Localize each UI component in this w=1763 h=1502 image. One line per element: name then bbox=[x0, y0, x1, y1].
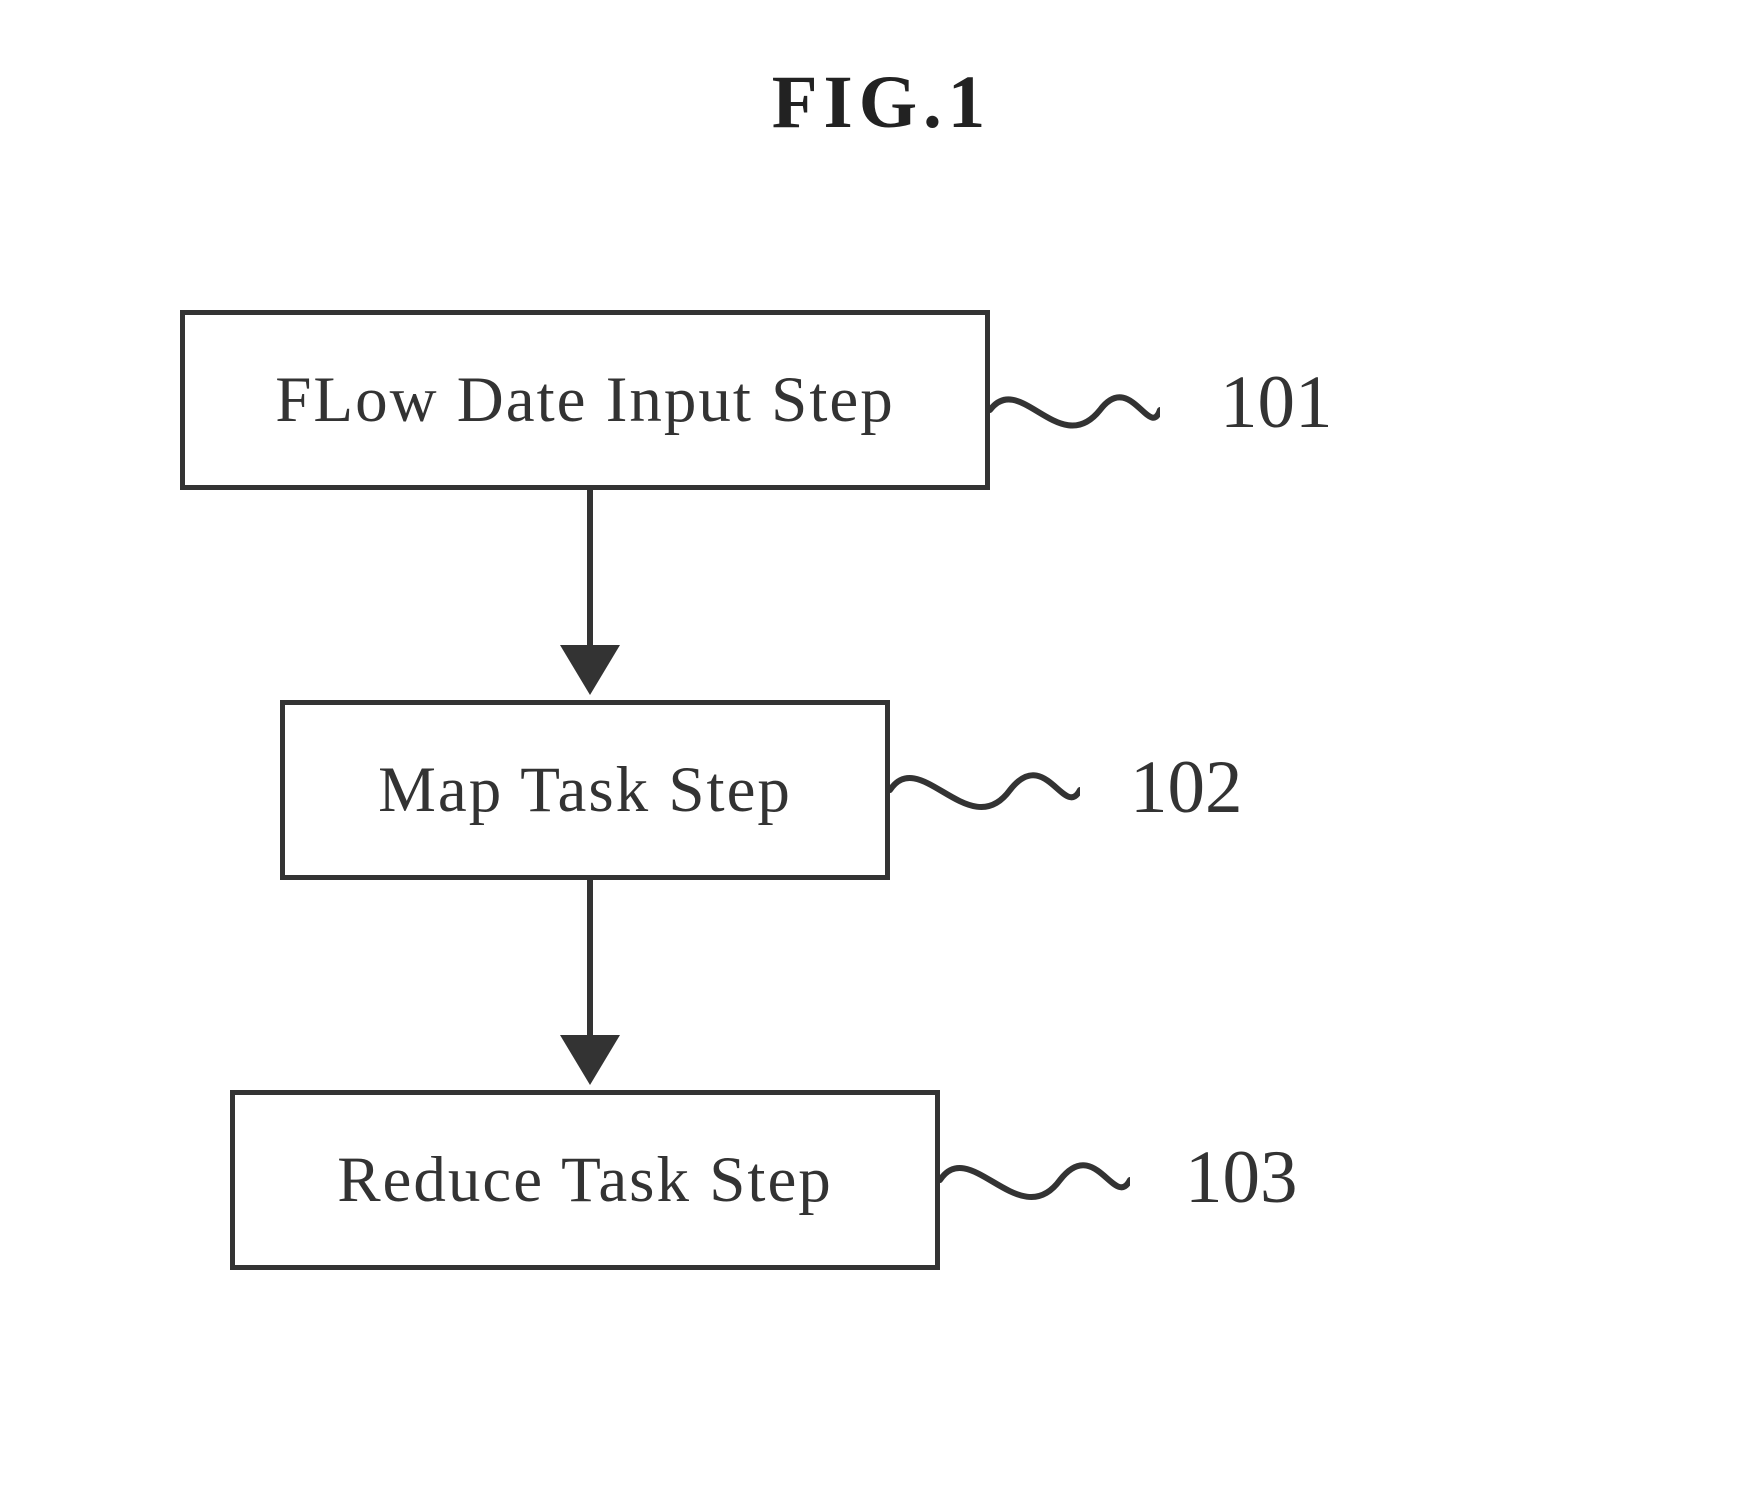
flow-step-box-2: Map Task Step bbox=[280, 700, 890, 880]
flow-step-label-1: FLow Date Input Step bbox=[275, 363, 895, 438]
flow-step-label-3: Reduce Task Step bbox=[337, 1143, 833, 1218]
callout-label-1: 101 bbox=[1220, 360, 1333, 446]
callout-connector-1 bbox=[990, 380, 1160, 460]
callout-connector-2 bbox=[890, 760, 1080, 840]
flow-step-box-3: Reduce Task Step bbox=[230, 1090, 940, 1270]
callout-connector-3 bbox=[940, 1150, 1130, 1230]
flow-step-box-1: FLow Date Input Step bbox=[180, 310, 990, 490]
flow-step-label-2: Map Task Step bbox=[378, 753, 792, 828]
arrow-1-to-2 bbox=[540, 490, 640, 700]
figure-title: FIG.1 bbox=[0, 60, 1763, 146]
arrow-2-to-3 bbox=[540, 880, 640, 1090]
callout-label-2: 102 bbox=[1130, 745, 1243, 831]
callout-label-3: 103 bbox=[1185, 1135, 1298, 1221]
diagram-canvas: FIG.1 FLow Date Input Step 101 Map Task … bbox=[0, 0, 1763, 1502]
